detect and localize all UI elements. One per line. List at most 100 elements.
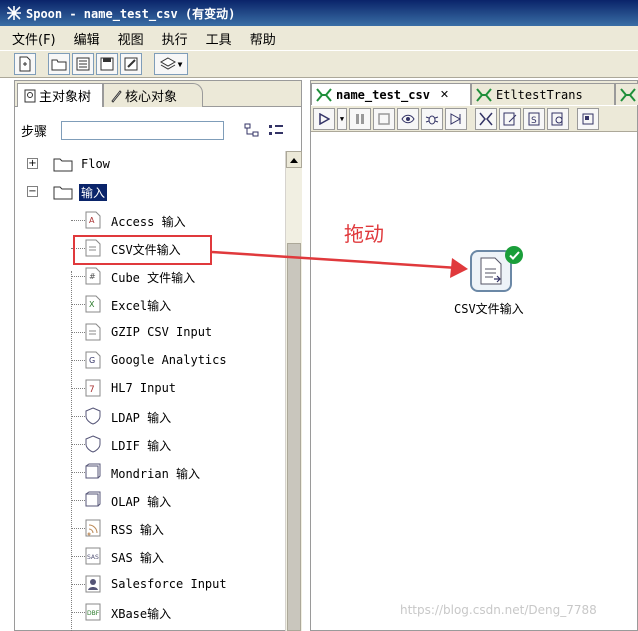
tab-main-tree-label: 主对象树 (39, 90, 92, 105)
debug-button[interactable] (421, 107, 443, 130)
tree-item-sas-input[interactable]: SAS SAS 输入 (15, 545, 285, 567)
folder-icon (53, 186, 73, 200)
tree-item-google-analytics[interactable]: G Google Analytics (15, 349, 285, 371)
editor-toolbar: ▼ S (311, 106, 637, 132)
tab-etltesttrans[interactable]: EtltestTrans (471, 83, 615, 105)
eye-icon (401, 114, 415, 123)
scroll-thumb[interactable] (287, 243, 301, 631)
tree-node-flow[interactable]: + Flow (15, 153, 285, 175)
expand-plus-icon[interactable]: + (27, 158, 38, 169)
new-file-button[interactable] (14, 53, 36, 75)
save-as-button[interactable] (120, 53, 142, 75)
ldap-shield-icon (85, 407, 101, 425)
tab-name-test-csv[interactable]: name_test_csv ✕ (311, 83, 471, 105)
tree-item-label: XBase输入 (111, 607, 172, 621)
explore-button[interactable] (72, 53, 94, 75)
main-toolbar: ▼ (0, 50, 638, 78)
tree-item-hl7-input[interactable]: 7 HL7 Input (15, 377, 285, 399)
tree-item-label: GZIP CSV Input (111, 325, 213, 339)
tree-item-access-input[interactable]: A Access 输入 (15, 209, 285, 231)
steps-tools (244, 122, 284, 138)
impact-icon (503, 112, 517, 125)
steps-search-input[interactable] (61, 120, 224, 140)
transformation-canvas[interactable] (311, 133, 637, 630)
collapse-tree-icon[interactable] (268, 122, 284, 138)
tab-core-objects[interactable]: 核心对象 (103, 83, 203, 107)
tree-item-olap-input[interactable]: OLAP 输入 (15, 489, 285, 511)
tree-item-label: LDAP 输入 (111, 411, 172, 425)
pause-button[interactable] (349, 107, 371, 130)
collapse-minus-icon[interactable]: − (27, 186, 38, 197)
check-badge-icon (505, 246, 523, 264)
preview-button[interactable] (397, 107, 419, 130)
save-as-icon (124, 57, 138, 71)
tree-item-gzip-csv-input[interactable]: GZIP CSV Input (15, 321, 285, 343)
window-title: Spoon - name_test_csv (有变动) (26, 6, 236, 21)
chevron-down-icon: ▼ (177, 59, 183, 69)
explore-db-button[interactable] (547, 107, 569, 130)
perspective-dropdown[interactable]: ▼ (154, 53, 188, 75)
bug-icon (425, 115, 439, 124)
tab-main-tree[interactable]: 主对象树 (17, 83, 103, 107)
tree-item-ldap-input[interactable]: LDAP 输入 (15, 405, 285, 427)
google-analytics-icon: G (85, 351, 101, 369)
tree-item-mondrian-input[interactable]: Mondrian 输入 (15, 461, 285, 483)
salesforce-icon (85, 575, 101, 593)
replay-button[interactable] (445, 107, 467, 130)
tree-item-cube-input[interactable]: # Cube 文件输入 (15, 265, 285, 287)
tree-item-xbase-input[interactable]: DBF XBase输入 (15, 601, 285, 623)
steps-label: 步骤 (21, 124, 48, 140)
menu-view[interactable]: 视图 (116, 28, 146, 49)
open-button[interactable] (48, 53, 70, 75)
verify-icon (479, 112, 493, 125)
menu-edit[interactable]: 编辑 (72, 28, 102, 49)
steps-tree: + Flow − 输入 A Access 输入 CSV文件输入 # Cube 文… (15, 151, 285, 631)
arrow-up-icon (290, 157, 298, 163)
window-titlebar[interactable]: Spoon - name_test_csv (有变动) (0, 0, 638, 26)
menu-file[interactable]: 文件(F) (10, 28, 58, 49)
impact-button[interactable] (499, 107, 521, 130)
grid-button[interactable] (577, 107, 599, 130)
tree-item-salesforce-input[interactable]: Salesforce Input (15, 573, 285, 595)
verify-button[interactable] (475, 107, 497, 130)
svg-text:#: # (89, 272, 96, 281)
transformation-icon (316, 87, 332, 102)
csv-file-icon (480, 257, 502, 285)
tree-node-input[interactable]: − 输入 (15, 181, 285, 203)
tree-item-rss-input[interactable]: RSS 输入 (15, 517, 285, 539)
tree-label-input: 输入 (79, 184, 108, 201)
scroll-up-button[interactable] (286, 151, 302, 168)
excel-icon: X (85, 295, 101, 313)
spoon-app-icon (7, 6, 21, 20)
menu-tools[interactable]: 工具 (204, 28, 234, 49)
tab-core-objects-label: 核心对象 (125, 90, 178, 105)
canvas-step-label: CSV文件输入 (454, 302, 524, 316)
tab-label: EtltestTrans (496, 87, 583, 102)
menu-run[interactable]: 执行 (160, 28, 190, 49)
save-button[interactable] (96, 53, 118, 75)
tree-item-label: RSS 输入 (111, 523, 164, 537)
run-options-dropdown[interactable]: ▼ (337, 107, 347, 130)
mondrian-cube-icon (85, 463, 101, 479)
save-icon (100, 57, 114, 71)
run-button[interactable] (313, 107, 335, 130)
tree-scrollbar[interactable] (285, 151, 302, 631)
hl7-icon: 7 (85, 379, 101, 397)
sql-button[interactable]: S (523, 107, 545, 130)
expand-tree-icon[interactable] (244, 122, 260, 138)
tab-overflow[interactable] (615, 83, 638, 105)
tree-item-ldif-input[interactable]: LDIF 输入 (15, 433, 285, 455)
transformation-icon (476, 87, 492, 102)
tree-item-excel-input[interactable]: X Excel输入 (15, 293, 285, 315)
editor-panel: name_test_csv ✕ EtltestTrans ▼ S (310, 80, 638, 631)
close-tab-icon[interactable]: ✕ (440, 88, 449, 101)
steps-search-row: 步骤 (21, 119, 295, 141)
stop-button[interactable] (373, 107, 395, 130)
new-file-icon (19, 56, 31, 72)
tree-item-label: HL7 Input (111, 381, 177, 395)
svg-text:SAS: SAS (87, 554, 99, 561)
rss-icon (85, 519, 101, 537)
menu-help[interactable]: 帮助 (248, 28, 278, 49)
svg-text:S: S (531, 116, 537, 126)
chevron-down-icon: ▼ (339, 114, 345, 123)
